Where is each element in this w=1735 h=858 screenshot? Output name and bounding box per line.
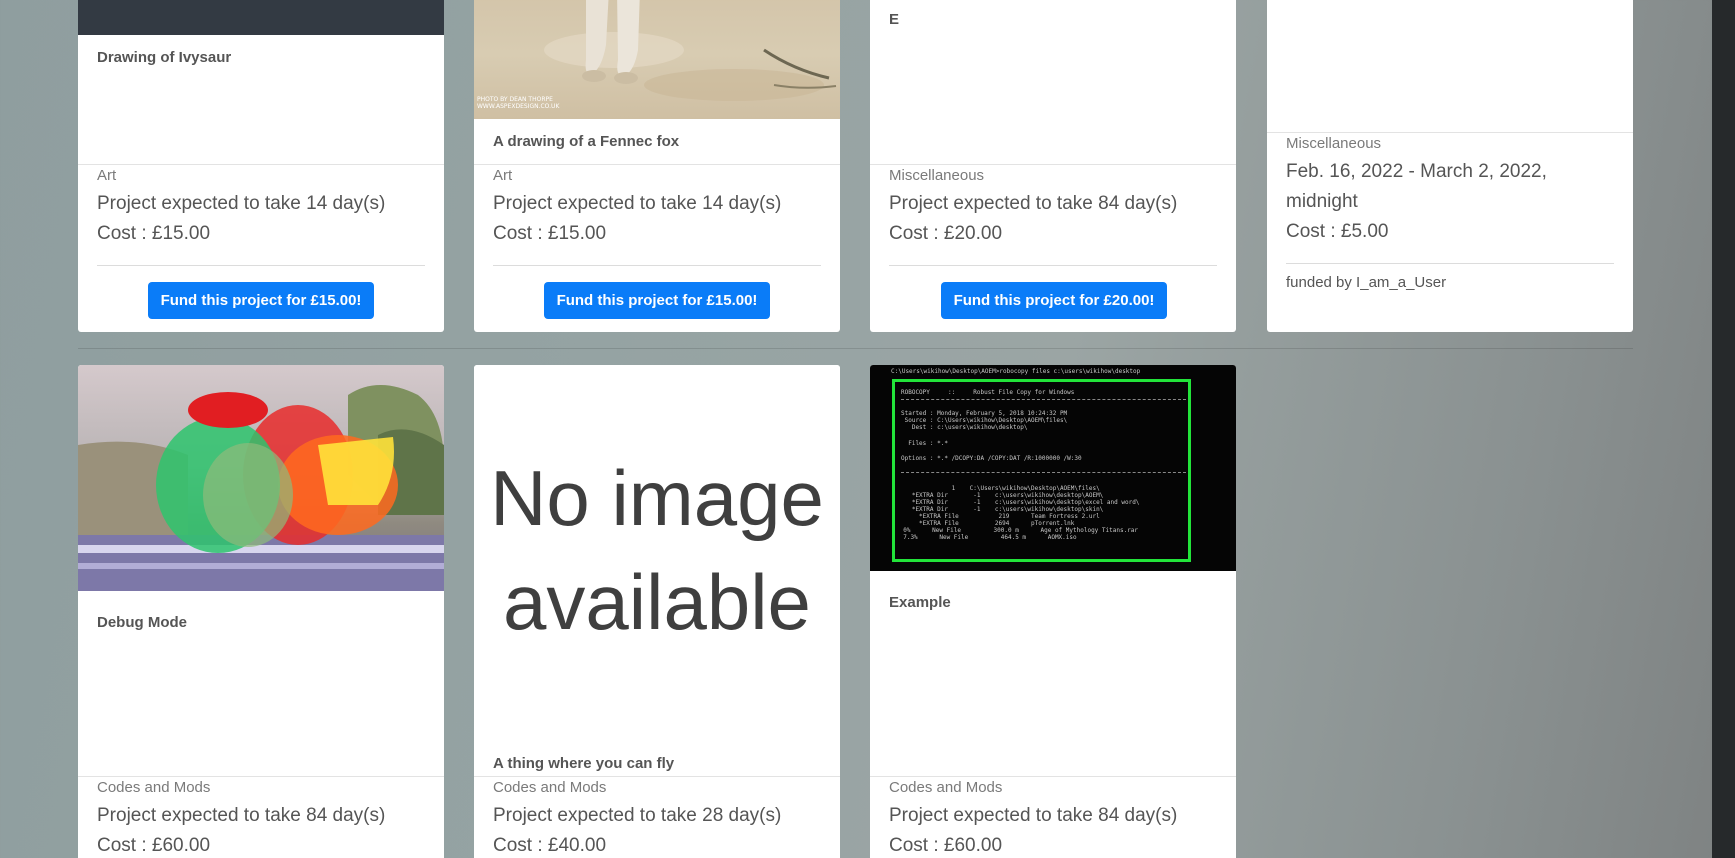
- card-separator: [1286, 263, 1614, 264]
- project-image: [78, 0, 444, 35]
- project-duration: Project expected to take 84 day(s): [889, 805, 1178, 826]
- project-card: E Miscellaneous Project expected to take…: [870, 0, 1236, 332]
- project-card: Miscellaneous Feb. 16, 2022 - March 2, 2…: [1267, 0, 1633, 332]
- project-dates: Feb. 16, 2022 - March 2, 2022,: [1286, 161, 1547, 182]
- image-credit: PHOTO BY DEAN THORPE: [477, 96, 553, 103]
- terminal-rule: [901, 472, 1186, 473]
- project-card: C:\Users\wikihow\Desktop\AOEM>robocopy f…: [870, 365, 1236, 858]
- project-cost: Cost : £40.00: [493, 835, 607, 856]
- terminal-dest: Dest : c:\users\wikihow\desktop\: [901, 424, 1028, 431]
- terminal-row: 0% New File 300.0 m Age of Mythology Tit…: [896, 527, 1139, 534]
- funded-by-label: funded by I_am_a_User: [1286, 274, 1447, 291]
- project-category: Codes and Mods: [493, 779, 607, 796]
- project-dates-continued: midnight: [1286, 191, 1358, 212]
- project-image: [78, 365, 444, 591]
- fund-project-button[interactable]: Fund this project for £15.00!: [148, 282, 374, 319]
- terminal-source: Source : C:\Users\wikihow\Desktop\AOEM\f…: [901, 417, 1068, 424]
- card-divider: [870, 776, 1236, 777]
- terminal-header: ROBOCOPY :: Robust File Copy for Windows: [901, 389, 1075, 396]
- project-image: PHOTO BY DEAN THORPE WWW.ASPEXDESIGN.CO.…: [474, 0, 840, 119]
- project-cost: Cost : £15.00: [493, 223, 607, 244]
- project-card: PHOTO BY DEAN THORPE WWW.ASPEXDESIGN.CO.…: [474, 0, 840, 332]
- card-divider: [78, 776, 444, 777]
- card-divider: [78, 164, 444, 165]
- project-category: Codes and Mods: [889, 779, 1003, 796]
- project-title: Example: [889, 594, 951, 611]
- project-card: Drawing of Ivysaur Art Project expected …: [78, 0, 444, 332]
- terminal-files: Files : *.*: [901, 440, 948, 447]
- project-duration: Project expected to take 14 day(s): [97, 193, 386, 214]
- page-scrollbar[interactable]: [1712, 0, 1735, 858]
- project-cost: Cost : £15.00: [97, 223, 211, 244]
- project-title: Debug Mode: [97, 614, 187, 631]
- project-category: Art: [97, 167, 117, 184]
- terminal-row: 7.3% New File 464.5 m AOMX.iso: [896, 534, 1077, 541]
- project-card: No image available A thing where you can…: [474, 365, 840, 858]
- game-screenshot: [78, 385, 444, 591]
- project-title: A drawing of a Fennec fox: [493, 133, 680, 150]
- card-separator: [889, 265, 1217, 266]
- terminal-started: Started : Monday, February 5, 2018 10:24…: [901, 410, 1068, 417]
- project-title: Drawing of Ivysaur: [97, 49, 232, 66]
- card-divider: [474, 776, 840, 777]
- no-image-placeholder: No image available: [474, 365, 840, 755]
- project-category: Codes and Mods: [97, 779, 211, 796]
- project-duration: Project expected to take 84 day(s): [97, 805, 386, 826]
- fund-project-button[interactable]: Fund this project for £20.00!: [941, 282, 1167, 319]
- no-image-text: No image: [490, 454, 824, 542]
- project-cost: Cost : £5.00: [1286, 221, 1389, 242]
- image-credit-url: WWW.ASPEXDESIGN.CO.UK: [477, 103, 560, 110]
- terminal-row: 1 C:\Users\wikihow\Desktop\AOEM\files\: [901, 485, 1100, 492]
- terminal-options: Options : *.* /DCOPY:DA /COPY:DAT /R:100…: [901, 455, 1082, 462]
- project-duration: Project expected to take 84 day(s): [889, 193, 1178, 214]
- terminal-row: *EXTRA File 219 Team Fortress 2.url: [901, 513, 1100, 520]
- project-category: Miscellaneous: [889, 167, 985, 184]
- terminal-path-line: C:\Users\wikihow\Desktop\AOEM>robocopy f…: [891, 368, 1141, 375]
- project-cost: Cost : £20.00: [889, 223, 1003, 244]
- terminal-row: *EXTRA Dir -1 c:\users\wikihow\desktop\s…: [901, 506, 1104, 513]
- card-separator: [493, 265, 821, 266]
- fund-project-button[interactable]: Fund this project for £15.00!: [544, 282, 770, 319]
- project-cost: Cost : £60.00: [97, 835, 211, 856]
- project-category: Art: [493, 167, 513, 184]
- project-title: E: [889, 11, 900, 28]
- terminal-screenshot: C:\Users\wikihow\Desktop\AOEM>robocopy f…: [870, 365, 1236, 571]
- row-divider: [78, 348, 1633, 349]
- card-divider: [870, 164, 1236, 165]
- terminal-rule: [901, 399, 1186, 400]
- no-image-text: available: [503, 558, 811, 646]
- card-divider: [1267, 132, 1633, 133]
- card-separator: [97, 265, 425, 266]
- terminal-row: *EXTRA Dir -1 c:\users\wikihow\desktop\A…: [901, 492, 1104, 499]
- project-title: A thing where you can fly: [493, 755, 675, 772]
- project-duration: Project expected to take 14 day(s): [493, 193, 782, 214]
- project-category: Miscellaneous: [1286, 135, 1382, 152]
- project-card: Debug Mode Codes and Mods Project expect…: [78, 365, 444, 858]
- card-divider: [474, 164, 840, 165]
- project-cost: Cost : £60.00: [889, 835, 1003, 856]
- terminal-row: *EXTRA Dir -1 c:\users\wikihow\desktop\e…: [901, 499, 1140, 506]
- terminal-row: *EXTRA File 2694 pTorrent.lnk: [901, 520, 1075, 527]
- project-duration: Project expected to take 28 day(s): [493, 805, 782, 826]
